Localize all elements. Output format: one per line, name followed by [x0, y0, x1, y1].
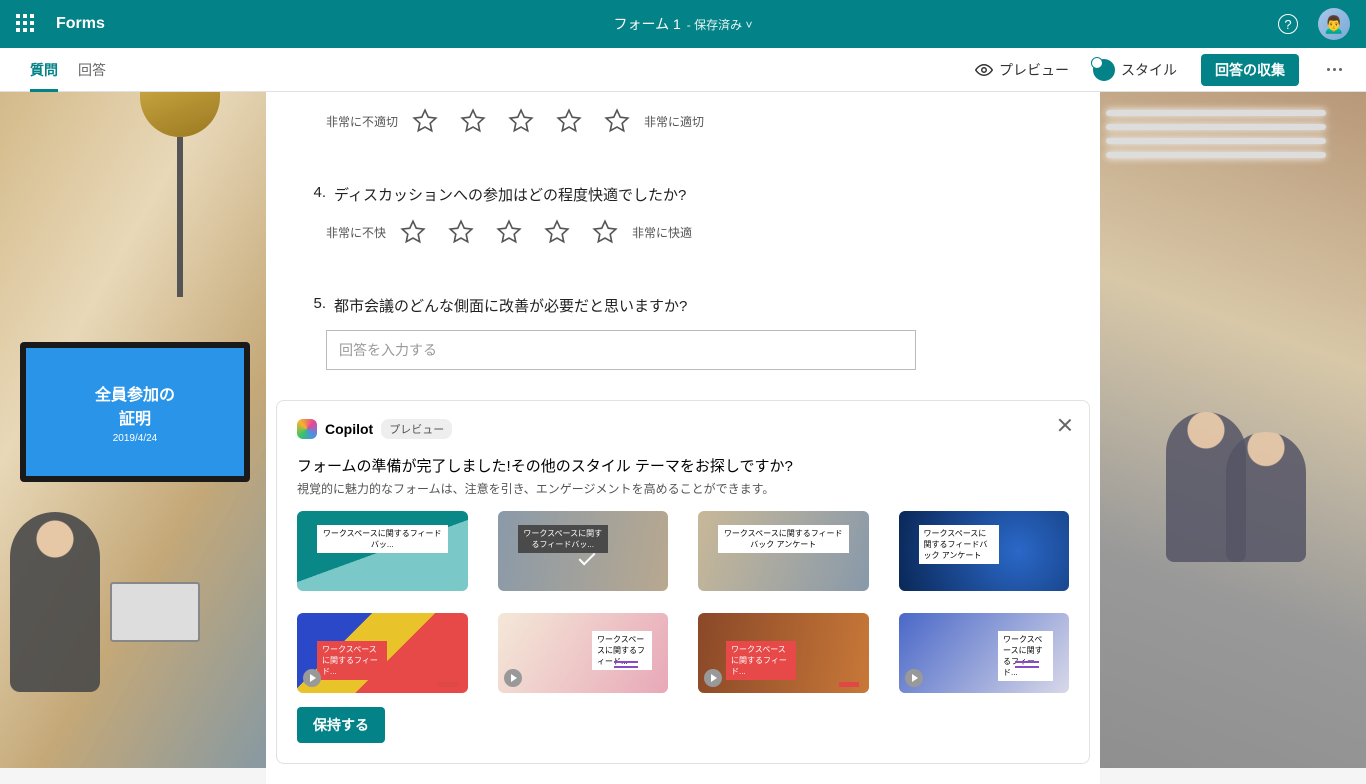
question-number: 5.: [306, 295, 326, 316]
copilot-subtitle: 視覚的に魅力的なフォームは、注意を引き、エンゲージメントを高めることができます。: [297, 480, 1069, 497]
play-icon: [504, 669, 522, 687]
star-1[interactable]: [400, 219, 426, 245]
canvas: 全員参加の 証明 2019/4/24 非常に不適切 非常に適切 4. ディスカッ…: [0, 92, 1366, 768]
rating-low-label: 非常に不快: [326, 224, 386, 241]
play-icon: [905, 669, 923, 687]
theme-option-5[interactable]: ワークスペースに関するフィード...: [297, 613, 468, 693]
user-avatar[interactable]: 🙍‍♂️: [1318, 8, 1350, 40]
toolbar: 質問 回答 プレビュー スタイル 回答の収集: [0, 48, 1366, 92]
theme-option-2[interactable]: ワークスペースに関するフィードバッ...: [498, 511, 669, 591]
preview-button[interactable]: プレビュー: [975, 60, 1069, 80]
question-number: 4.: [306, 184, 326, 205]
copilot-label: Copilot: [325, 421, 373, 437]
ceiling-lights: [1106, 102, 1326, 182]
theme-option-4[interactable]: ワークスペースに関するフィードバック アンケート: [899, 511, 1070, 591]
play-icon: [303, 669, 321, 687]
person-decoration: [10, 512, 100, 692]
question-5[interactable]: 5. 都市会議のどんな側面に改善が必要だと思いますか? 回答を入力する: [306, 295, 1060, 370]
question-3-rating: 非常に不適切 非常に適切: [306, 108, 1060, 134]
tab-responses[interactable]: 回答: [68, 48, 116, 92]
app-header: Forms フォーム 1 - 保存済み ˅ ? 🙍‍♂️: [0, 0, 1366, 48]
theme-grid: ワークスペースに関するフィードバッ... ワークスペースに関するフィードバッ..…: [297, 511, 1069, 693]
theme-option-8[interactable]: ワークスペースに関するフィード...: [899, 613, 1070, 693]
form-card: 非常に不適切 非常に適切 4. ディスカッションへの参加はどの程度快適でしたか?…: [266, 92, 1100, 784]
preview-badge: プレビュー: [381, 419, 452, 439]
people-decoration: [1166, 392, 1346, 692]
copilot-panel: Copilot プレビュー フォームの準備が完了しました!その他のスタイル テー…: [276, 400, 1090, 764]
star-4[interactable]: [544, 219, 570, 245]
laptop-decoration: [110, 582, 200, 642]
close-icon[interactable]: [1057, 417, 1073, 433]
eye-icon: [975, 61, 993, 79]
theme-option-7[interactable]: ワークスペースに関するフィード...: [698, 613, 869, 693]
collect-responses-button[interactable]: 回答の収集: [1201, 54, 1299, 86]
theme-option-6[interactable]: ワークスペースに関するフィード...: [498, 613, 669, 693]
form-title: フォーム 1: [614, 14, 681, 34]
keep-button[interactable]: 保持する: [297, 707, 385, 743]
star-5[interactable]: [592, 219, 618, 245]
copilot-title: フォームの準備が完了しました!その他のスタイル テーマをお探しですか?: [297, 455, 1069, 476]
answer-input[interactable]: 回答を入力する: [326, 330, 916, 370]
rating-high-label: 非常に快適: [632, 224, 692, 241]
star-4[interactable]: [556, 108, 582, 134]
presentation-screen: 全員参加の 証明 2019/4/24: [20, 342, 250, 482]
star-2[interactable]: [448, 219, 474, 245]
star-2[interactable]: [460, 108, 486, 134]
question-text: ディスカッションへの参加はどの程度快適でしたか?: [334, 184, 686, 205]
app-name: Forms: [56, 15, 105, 33]
more-options-icon[interactable]: [1323, 64, 1346, 75]
question-4[interactable]: 4. ディスカッションへの参加はどの程度快適でしたか? 非常に不快 非常に快適: [306, 184, 1060, 245]
help-icon[interactable]: ?: [1278, 14, 1298, 34]
rating-high-label: 非常に適切: [644, 113, 704, 130]
question-text: 都市会議のどんな側面に改善が必要だと思いますか?: [334, 295, 687, 316]
star-5[interactable]: [604, 108, 630, 134]
saved-status: - 保存済み ˅: [687, 16, 753, 33]
style-button[interactable]: スタイル: [1093, 59, 1177, 81]
app-launcher-icon[interactable]: [16, 14, 36, 34]
star-3[interactable]: [508, 108, 534, 134]
tab-questions[interactable]: 質問: [20, 48, 68, 92]
star-3[interactable]: [496, 219, 522, 245]
star-1[interactable]: [412, 108, 438, 134]
form-title-dropdown[interactable]: フォーム 1 - 保存済み ˅: [614, 14, 753, 34]
theme-option-3[interactable]: ワークスペースに関するフィードバック アンケート: [698, 511, 869, 591]
palette-icon: [1093, 59, 1115, 81]
play-icon: [704, 669, 722, 687]
copilot-logo-icon: [297, 419, 317, 439]
rating-low-label: 非常に不適切: [326, 113, 398, 130]
lamp-decoration: [140, 92, 220, 297]
theme-option-1[interactable]: ワークスペースに関するフィードバッ...: [297, 511, 468, 591]
